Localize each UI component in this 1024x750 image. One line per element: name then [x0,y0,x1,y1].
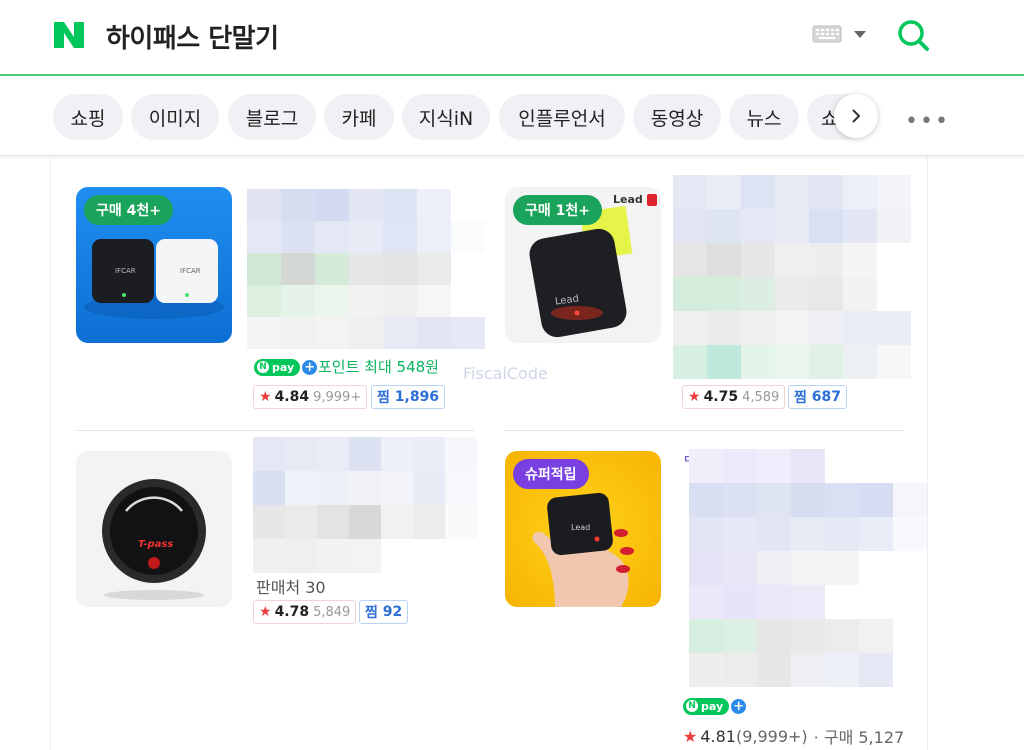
product-image[interactable]: Lead Lead 구매 1천+ [505,187,661,343]
device-label: IFCAR [115,267,136,275]
more-icon[interactable]: ••• [905,109,950,134]
search-tab-bar: 쇼핑 이미지 블로그 카페 지식iN 인플루언서 동영상 뉴스 쇼 ••• [0,78,1024,156]
blurred-product-info [689,449,927,691]
naver-logo[interactable] [52,20,86,50]
tab-images[interactable]: 이미지 [131,94,219,140]
tab-news[interactable]: 뉴스 [729,94,799,140]
brand-logo-mark [647,194,657,206]
product-image[interactable]: IFCAR IFCAR 구매 4천+ [76,187,232,343]
watermark: FiscalCode [463,364,548,383]
point-reward-text: 포인트 최대 548원 [318,358,439,376]
purchase-badge: 구매 1천+ [513,195,602,225]
device-label: IFCAR [180,267,201,275]
rating-and-purchases: ★ 4.81 (9,999+) · 구매 5,127 [683,726,905,748]
star-icon: ★ [259,604,272,620]
star-icon: ★ [683,726,698,746]
search-header: 하이패스 단말기 [0,0,1024,76]
keyboard-icon[interactable] [812,25,842,43]
product-image[interactable]: Lead 슈퍼적립 [505,451,661,607]
product-image[interactable]: T-pass [76,451,232,607]
chevron-right-icon [852,109,861,123]
blurred-product-info [253,437,477,573]
star-icon: ★ [259,389,272,405]
chevron-down-icon[interactable] [854,31,866,38]
plus-icon: + [302,359,318,375]
search-icon[interactable] [896,18,930,52]
wishlist-count[interactable]: 찜 687 [788,385,847,409]
tab-cafe[interactable]: 카페 [324,94,394,140]
npay-badge: Npay + [254,358,318,376]
tab-scroll-next-button[interactable] [834,94,878,138]
wishlist-count[interactable]: 찜 92 [359,600,409,624]
wishlist-count[interactable]: 찜 1,896 [371,385,446,409]
search-query-text[interactable]: 하이패스 단말기 [106,18,279,55]
device-label: T-pass [138,539,174,550]
tab-influencer[interactable]: 인플루언서 [499,94,625,140]
blurred-product-info [673,175,911,379]
tab-kin[interactable]: 지식iN [402,94,490,140]
super-reward-badge: 슈퍼적립 [513,459,589,489]
brand-logo: Lead [613,193,643,206]
blurred-product-info [247,189,485,351]
rating-badge: ★ 4.84 9,999+ [253,385,368,409]
rating-badge: ★ 4.75 4,589 [682,385,786,409]
npay-badge: Npay + [683,697,747,715]
rating-badge: ★ 4.78 5,849 [253,600,357,624]
purchase-badge: 구매 4천+ [84,195,173,225]
seller-count[interactable]: 판매처 30 [256,574,326,598]
row-divider [76,430,474,431]
tab-shopping[interactable]: 쇼핑 [53,94,123,140]
device-label: Lead [571,523,591,532]
row-divider [505,430,903,431]
tab-video[interactable]: 동영상 [633,94,721,140]
star-icon: ★ [688,389,701,405]
plus-icon: + [731,698,747,714]
tab-blog[interactable]: 블로그 [228,94,316,140]
